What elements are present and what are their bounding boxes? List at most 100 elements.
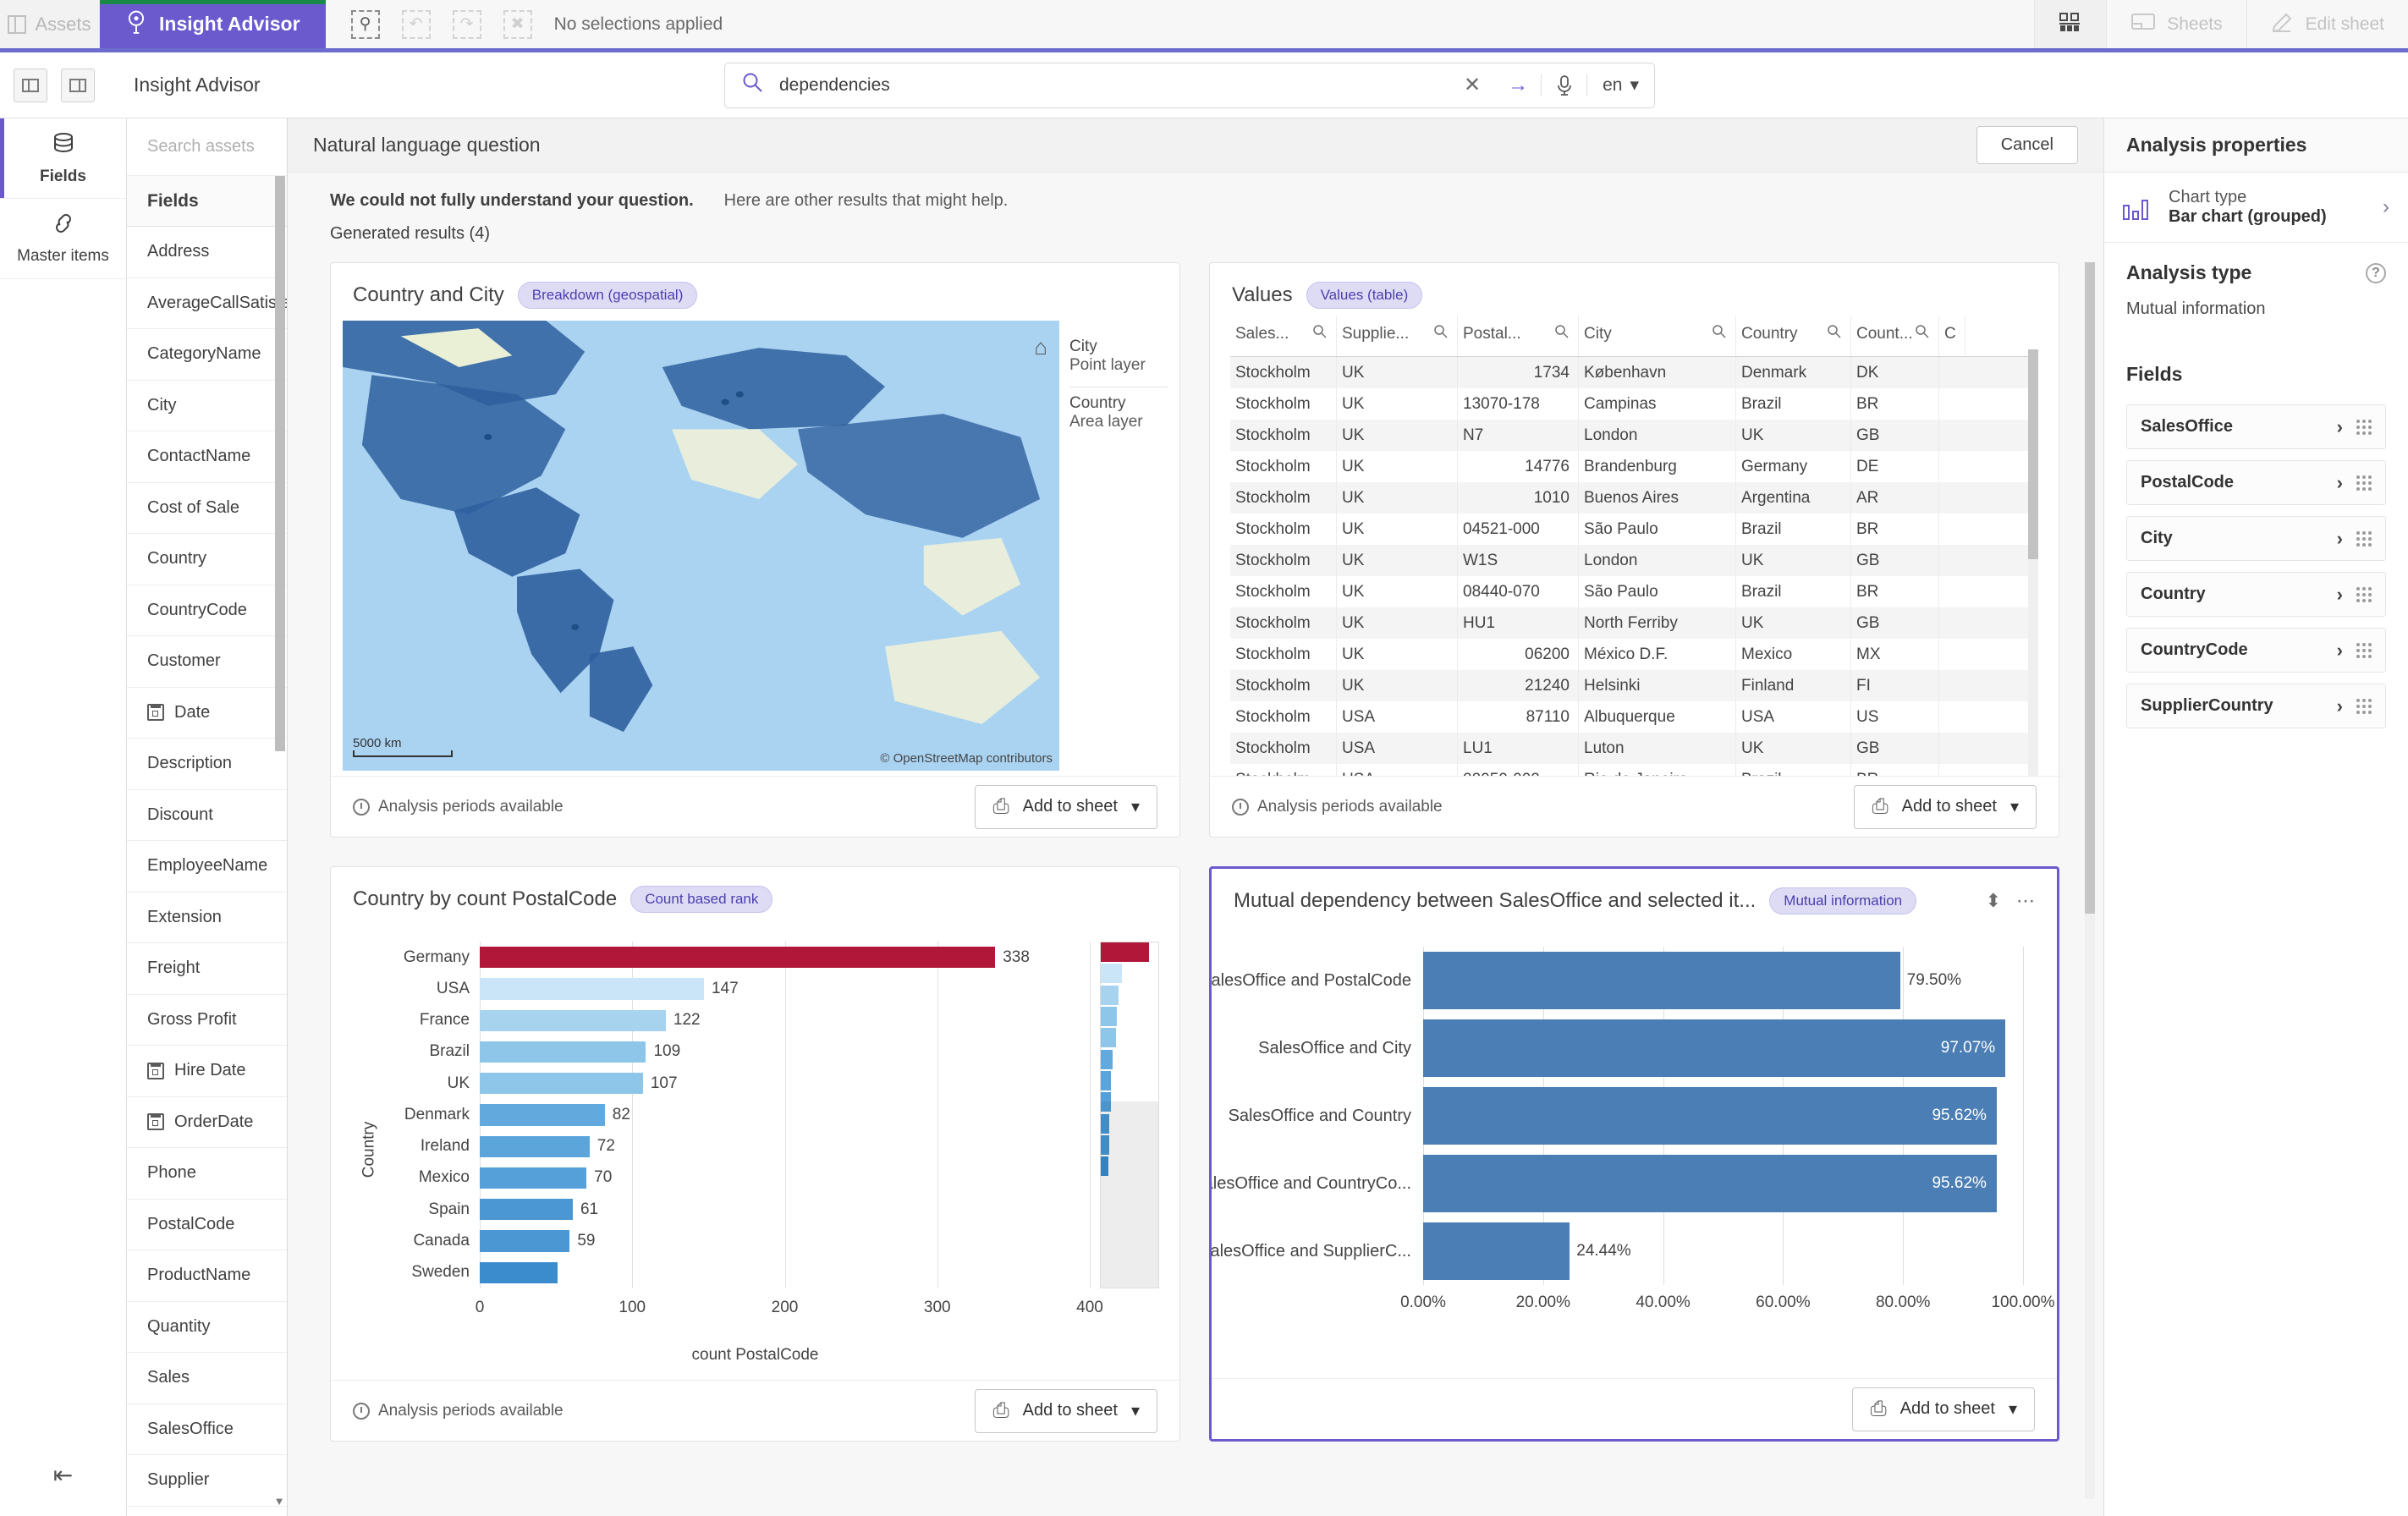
table-row[interactable]: Stockholm UK 21240 Helsinki Finland FI: [1230, 670, 2038, 701]
map-canvas[interactable]: ⌂ 5000 km © OpenStreetMap contributors: [343, 321, 1059, 771]
card-values[interactable]: Values Values (table) Sales... Supplie...…: [1209, 262, 2059, 838]
table-cell[interactable]: Stockholm: [1230, 764, 1337, 776]
chevron-right-icon[interactable]: ›: [2383, 195, 2389, 219]
drag-handle-icon[interactable]: [2356, 419, 2372, 435]
asset-field-row[interactable]: Cost of Sale: [127, 483, 287, 534]
chart-type-row[interactable]: Chart type Bar chart (grouped) ›: [2104, 173, 2408, 243]
table-cell[interactable]: GB: [1851, 733, 1939, 764]
chart-bar[interactable]: 97.07%: [1423, 1019, 2006, 1077]
table-cell[interactable]: USA: [1337, 733, 1458, 764]
table-scrollbar[interactable]: [2028, 349, 2038, 776]
asset-field-row[interactable]: Quantity: [127, 1302, 287, 1353]
table-cell[interactable]: 06200: [1458, 639, 1579, 670]
chart-bar-row[interactable]: SalesOffice and SupplierC... 24.44%: [1212, 1222, 2023, 1280]
asset-field-row[interactable]: CategoryName: [127, 329, 287, 381]
drag-handle-icon[interactable]: [2356, 698, 2372, 714]
add-to-sheet-button[interactable]: ⎙ Add to sheet ▾: [975, 1388, 1157, 1433]
table-row[interactable]: Stockholm USA 87110 Albuquerque USA US: [1230, 701, 2038, 733]
table-column-header[interactable]: Postal...: [1458, 316, 1579, 356]
search-assets-input[interactable]: Search assets: [127, 118, 287, 176]
chart-bar-row[interactable]: Spain 61: [428, 1194, 1090, 1225]
chart-bar-row[interactable]: Sweden: [411, 1257, 1090, 1288]
asset-field-row[interactable]: AverageCallSatisfaction: [127, 278, 287, 329]
table-row[interactable]: Stockholm UK N7 London UK GB: [1230, 420, 2038, 451]
table-cell[interactable]: Stockholm: [1230, 701, 1337, 733]
table-cell[interactable]: Finland: [1736, 670, 1851, 701]
chart-bar-row[interactable]: SalesOffice and Country 95.62%: [1229, 1087, 2023, 1145]
table-cell[interactable]: Stockholm: [1230, 514, 1337, 545]
grid-view-button[interactable]: [2034, 0, 2107, 48]
table-column-header[interactable]: Count...: [1851, 316, 1939, 356]
table-cell[interactable]: København: [1579, 357, 1736, 388]
table-row[interactable]: Stockholm UK 06200 México D.F. Mexico MX: [1230, 639, 2038, 670]
table-cell[interactable]: UK: [1337, 514, 1458, 545]
insight-advisor-tab[interactable]: Insight Advisor: [100, 0, 326, 48]
table-cell[interactable]: North Ferriby: [1579, 607, 1736, 639]
asset-field-row[interactable]: Country: [127, 534, 287, 585]
search-input[interactable]: dependencies: [779, 75, 890, 96]
chevron-right-icon[interactable]: ›: [2337, 528, 2343, 550]
table-cell[interactable]: W1S: [1458, 545, 1579, 576]
table-cell[interactable]: UK: [1337, 670, 1458, 701]
chart-bar-row[interactable]: SalesOffice and CountryCo... 95.62%: [1212, 1155, 2023, 1212]
table-cell[interactable]: USA: [1337, 764, 1458, 776]
chart-bar-row[interactable]: SalesOffice and City 97.07%: [1258, 1019, 2023, 1077]
table-row[interactable]: Stockholm UK 13070-178 Campinas Brazil BR: [1230, 388, 2038, 420]
table-cell[interactable]: Stockholm: [1230, 357, 1337, 388]
table-cell[interactable]: FI: [1851, 670, 1939, 701]
table-row[interactable]: Stockholm UK HU1 North Ferriby UK GB: [1230, 607, 2038, 639]
table-cell[interactable]: LU1: [1458, 733, 1579, 764]
chevron-right-icon[interactable]: ›: [2337, 640, 2343, 662]
assets-scroll-thumb[interactable]: [275, 176, 285, 751]
table-row[interactable]: Stockholm UK 08440-070 São Paulo Brazil BR: [1230, 576, 2038, 607]
table-cell[interactable]: N7: [1458, 420, 1579, 451]
table-cell[interactable]: UK: [1736, 607, 1851, 639]
table-cell[interactable]: Brandenburg: [1579, 451, 1736, 482]
table-cell[interactable]: London: [1579, 545, 1736, 576]
table-row[interactable]: Stockholm USA LU1 Luton UK GB: [1230, 733, 2038, 764]
table-cell[interactable]: 21240: [1458, 670, 1579, 701]
chart-bar-row[interactable]: Denmark 82: [404, 1099, 1090, 1130]
table-cell[interactable]: UK: [1337, 388, 1458, 420]
asset-field-row[interactable]: SalesOffice: [127, 1404, 287, 1455]
table-cell[interactable]: Stockholm: [1230, 545, 1337, 576]
asset-field-row[interactable]: Date: [127, 688, 287, 739]
toggle-left-panel-button[interactable]: [14, 68, 47, 102]
toggle-right-panel-button[interactable]: [61, 68, 95, 102]
table-cell[interactable]: Brazil: [1736, 388, 1851, 420]
column-search-icon[interactable]: [1433, 324, 1449, 344]
redo-icon[interactable]: ↷: [452, 9, 481, 39]
language-selector[interactable]: en ▾: [1586, 74, 1654, 96]
table-cell[interactable]: 1010: [1458, 482, 1579, 514]
table-cell[interactable]: México D.F.: [1579, 639, 1736, 670]
table-cell[interactable]: DE: [1851, 451, 1939, 482]
asset-field-row[interactable]: Extension: [127, 893, 287, 943]
table-cell[interactable]: Brazil: [1736, 576, 1851, 607]
table-cell[interactable]: USA: [1337, 701, 1458, 733]
table-column-header[interactable]: C: [1939, 316, 1965, 356]
chart-bar-row[interactable]: France 122: [420, 1005, 1090, 1036]
table-row[interactable]: Stockholm UK 1734 København Denmark DK: [1230, 357, 2038, 388]
rank-bar-chart[interactable]: Country Germany 338 USA 147 France 122 Brazil 1…: [331, 920, 1179, 1380]
table-cell[interactable]: Helsinki: [1579, 670, 1736, 701]
table-row[interactable]: StockholmUSA22050-002Rio de JaneiroBrazi…: [1230, 764, 2038, 776]
asset-field-row[interactable]: City: [127, 381, 287, 431]
clear-selections-icon[interactable]: ✖: [503, 9, 532, 39]
asset-field-row[interactable]: Discount: [127, 790, 287, 841]
rail-item-fields[interactable]: Fields: [0, 118, 126, 199]
table-cell[interactable]: MX: [1851, 639, 1939, 670]
voice-input-icon[interactable]: [1541, 74, 1586, 96]
card-body[interactable]: Country Germany 338 USA 147 France 122 Brazil 1…: [331, 920, 1179, 1380]
table-cell[interactable]: Brazil: [1736, 764, 1851, 776]
drag-handle-icon[interactable]: [2356, 586, 2372, 602]
table-cell[interactable]: Stockholm: [1230, 576, 1337, 607]
table-cell[interactable]: US: [1851, 701, 1939, 733]
table-cell[interactable]: Rio de Janeiro: [1579, 764, 1736, 776]
expand-icon[interactable]: ⬍: [1986, 890, 2001, 912]
table-cell[interactable]: UK: [1736, 733, 1851, 764]
table-row[interactable]: Stockholm UK 14776 Brandenburg Germany DE: [1230, 451, 2038, 482]
table-cell[interactable]: UK: [1337, 420, 1458, 451]
table-cell[interactable]: 1734: [1458, 357, 1579, 388]
table-cell[interactable]: UK: [1736, 545, 1851, 576]
asset-field-row[interactable]: ProductName: [127, 1250, 287, 1302]
